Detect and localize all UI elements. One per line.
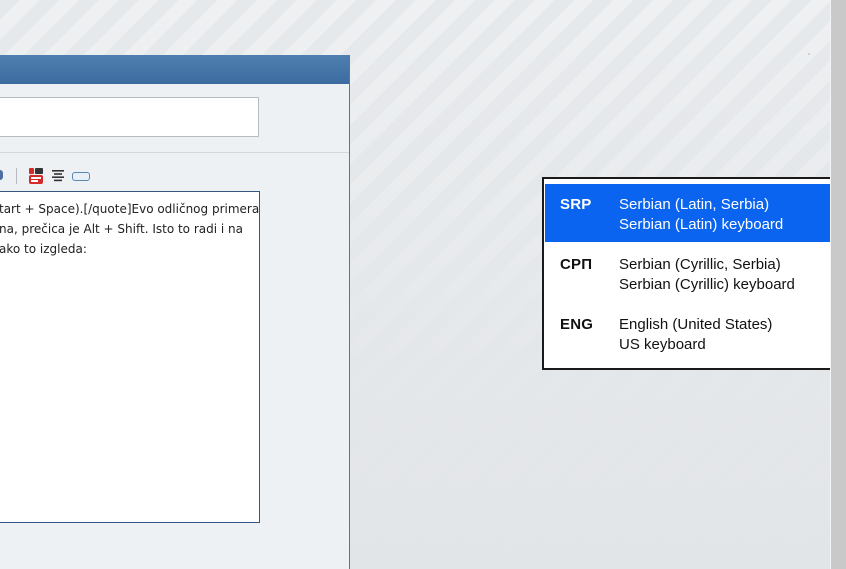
scrollbar-edge bbox=[830, 0, 831, 569]
language-switcher-popup: SRP Serbian (Latin, Serbia) Serbian (Lat… bbox=[542, 177, 846, 370]
editor-divider bbox=[0, 152, 349, 153]
language-name: Serbian (Cyrillic, Serbia) bbox=[619, 256, 781, 273]
toolbar-partial-icon[interactable] bbox=[0, 170, 3, 180]
textarea-line: ako to izgleda: bbox=[0, 242, 87, 256]
language-code: СРП bbox=[560, 256, 593, 273]
post-editor-panel: tart + Space).[/quote]Evo odličnog prime… bbox=[0, 55, 350, 569]
textarea-line: tart + Space).[/quote]Evo odličnog prime… bbox=[0, 202, 260, 216]
keyboard-layout: Serbian (Cyrillic) keyboard bbox=[619, 276, 795, 293]
title-input[interactable] bbox=[0, 97, 259, 137]
keyboard-layout: US keyboard bbox=[619, 336, 706, 353]
language-item-eng[interactable]: ENG English (United States) US keyboard bbox=[545, 304, 845, 362]
message-textarea[interactable]: tart + Space).[/quote]Evo odličnog prime… bbox=[0, 191, 260, 523]
language-name: Serbian (Latin, Serbia) bbox=[619, 196, 770, 213]
editor-header-bar bbox=[0, 55, 349, 84]
keyboard-layout: Serbian (Latin) keyboard bbox=[619, 216, 784, 233]
button-icon[interactable] bbox=[72, 172, 90, 181]
background-dot bbox=[808, 53, 810, 55]
language-item-srp-cyrillic[interactable]: СРП Serbian (Cyrillic, Serbia) Serbian (… bbox=[545, 244, 845, 302]
align-center-icon[interactable] bbox=[51, 169, 65, 183]
language-name: English (United States) bbox=[619, 316, 773, 333]
textarea-line: na, prečica je Alt + Shift. Isto to radi… bbox=[0, 222, 243, 236]
toolbar-separator bbox=[16, 168, 17, 184]
language-code: ENG bbox=[560, 316, 594, 333]
language-item-srp-latin[interactable]: SRP Serbian (Latin, Serbia) Serbian (Lat… bbox=[545, 184, 845, 242]
editor-toolbar bbox=[0, 165, 349, 187]
language-code: SRP bbox=[560, 196, 592, 213]
page-scrollbar[interactable] bbox=[830, 0, 846, 569]
youtube-icon[interactable] bbox=[28, 167, 44, 185]
